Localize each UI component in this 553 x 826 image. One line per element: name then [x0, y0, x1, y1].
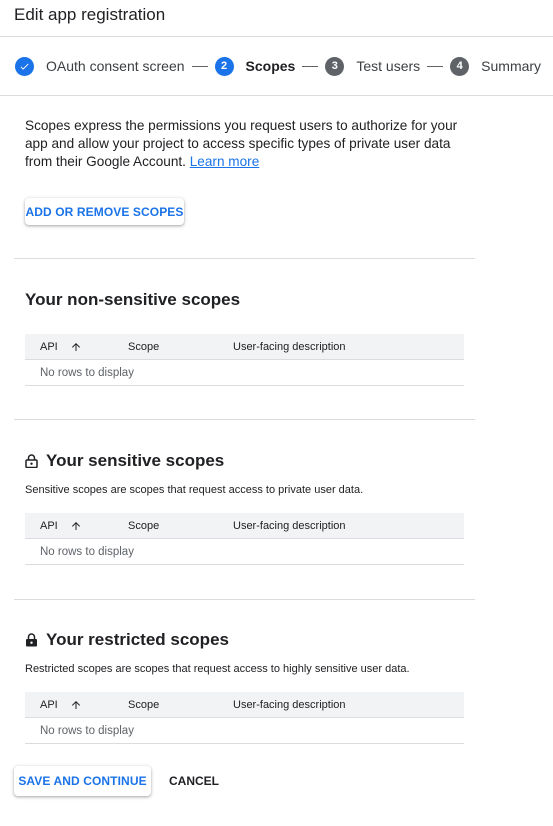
step-number: 4 — [450, 56, 470, 76]
restricted-scopes-description: Restricted scopes are scopes that reques… — [25, 663, 410, 675]
section-divider — [14, 258, 475, 259]
step-label: OAuth consent screen — [46, 58, 185, 74]
step-number: 3 — [325, 56, 345, 76]
sensitive-scopes-title: Your sensitive scopes — [25, 451, 224, 471]
save-and-continue-button[interactable]: SAVE AND CONTINUE — [14, 766, 151, 796]
cancel-button[interactable]: CANCEL — [163, 766, 225, 796]
step-summary[interactable]: 4 Summary — [450, 56, 542, 76]
lock-open-icon — [25, 454, 38, 468]
column-api[interactable]: API — [40, 699, 82, 711]
empty-row: No rows to display — [25, 718, 464, 744]
stepper-divider — [0, 95, 553, 96]
column-description[interactable]: User-facing description — [233, 520, 346, 532]
lock-icon — [26, 633, 37, 647]
column-api-label: API — [40, 340, 58, 353]
empty-row: No rows to display — [25, 539, 464, 565]
non-sensitive-scopes-table: API Scope User-facing description No row… — [25, 334, 464, 386]
section-divider — [14, 599, 475, 600]
column-api[interactable]: API — [40, 520, 82, 532]
step-label: Scopes — [245, 58, 296, 74]
section-divider — [14, 419, 475, 420]
restricted-scopes-table: API Scope User-facing description No row… — [25, 692, 464, 744]
column-scope[interactable]: Scope — [128, 699, 159, 711]
column-api-label: API — [40, 519, 58, 532]
column-description[interactable]: User-facing description — [233, 341, 346, 353]
restricted-scopes-title: Your restricted scopes — [25, 630, 229, 650]
add-remove-scopes-button[interactable]: ADD OR REMOVE SCOPES — [25, 198, 184, 225]
stepper: OAuth consent screen 2 Scopes 3 Test use… — [15, 56, 541, 76]
sensitive-scopes-title-text: Your sensitive scopes — [46, 451, 225, 470]
table-header: API Scope User-facing description — [25, 513, 464, 539]
step-label: Summary — [481, 58, 542, 74]
column-api[interactable]: API — [40, 341, 82, 353]
non-sensitive-scopes-title: Your non-sensitive scopes — [25, 290, 241, 309]
column-description[interactable]: User-facing description — [233, 699, 346, 711]
table-header: API Scope User-facing description — [25, 334, 464, 360]
step-test-users[interactable]: 3 Test users — [325, 56, 421, 76]
step-separator — [427, 65, 444, 67]
sensitive-scopes-table: API Scope User-facing description No row… — [25, 513, 464, 565]
step-label: Test users — [356, 58, 421, 74]
column-api-label: API — [40, 698, 58, 711]
restricted-scopes-title-text: Your restricted scopes — [46, 630, 229, 649]
header-divider — [0, 36, 553, 37]
arrow-up-icon — [71, 700, 80, 709]
arrow-up-icon — [71, 342, 80, 351]
column-scope[interactable]: Scope — [128, 341, 159, 353]
table-header: API Scope User-facing description — [25, 692, 464, 718]
step-separator — [191, 65, 208, 67]
column-scope[interactable]: Scope — [128, 520, 159, 532]
page-title: Edit app registration — [14, 5, 166, 24]
empty-row: No rows to display — [25, 360, 464, 386]
check-circle-icon — [15, 56, 34, 76]
step-scopes[interactable]: 2 Scopes — [214, 56, 296, 76]
intro-text: Scopes express the permissions you reque… — [25, 117, 465, 171]
sensitive-scopes-description: Sensitive scopes are scopes that request… — [25, 484, 364, 496]
step-number: 2 — [214, 56, 234, 76]
step-oauth-consent[interactable]: OAuth consent screen — [15, 56, 185, 76]
learn-more-link[interactable]: Learn more — [190, 154, 260, 169]
arrow-up-icon — [71, 521, 80, 530]
step-separator — [302, 65, 319, 67]
